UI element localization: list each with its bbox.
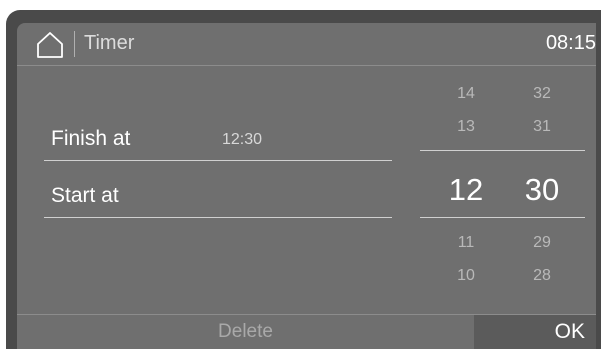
finish-at-label: Finish at <box>51 127 131 150</box>
minute-selected[interactable]: 30 <box>517 172 567 208</box>
device-bezel: Timer 08:15 Finish at 12:30 Start at 14 … <box>6 10 601 349</box>
finish-at-value: 12:30 <box>222 131 263 148</box>
header-divider <box>74 31 75 57</box>
header-bar: Timer 08:15 <box>17 23 596 66</box>
picker-divider-top <box>420 150 585 151</box>
start-at-row[interactable]: Start at <box>44 177 392 218</box>
home-icon <box>37 32 63 58</box>
home-button[interactable] <box>36 31 64 59</box>
hour-option[interactable]: 11 <box>441 234 491 252</box>
minute-option[interactable]: 28 <box>517 267 567 285</box>
finish-at-row[interactable]: Finish at 12:30 <box>44 120 392 161</box>
clock: 08:15 <box>545 32 596 54</box>
timer-screen: Timer 08:15 Finish at 12:30 Start at 14 … <box>17 23 596 349</box>
minute-option[interactable]: 29 <box>517 234 567 252</box>
hour-option[interactable]: 10 <box>441 267 491 285</box>
hour-option[interactable]: 14 <box>441 85 491 103</box>
row-divider <box>44 217 392 218</box>
hour-selected[interactable]: 12 <box>441 172 491 208</box>
page-title: Timer <box>84 32 135 54</box>
row-divider <box>44 160 392 161</box>
hour-option[interactable]: 13 <box>441 118 491 136</box>
ok-button[interactable]: OK <box>474 315 596 349</box>
minute-option[interactable]: 31 <box>517 118 567 136</box>
start-at-label: Start at <box>51 184 119 207</box>
delete-button[interactable]: Delete <box>17 315 474 349</box>
minute-option[interactable]: 32 <box>517 85 567 103</box>
picker-divider-bottom <box>420 217 585 218</box>
